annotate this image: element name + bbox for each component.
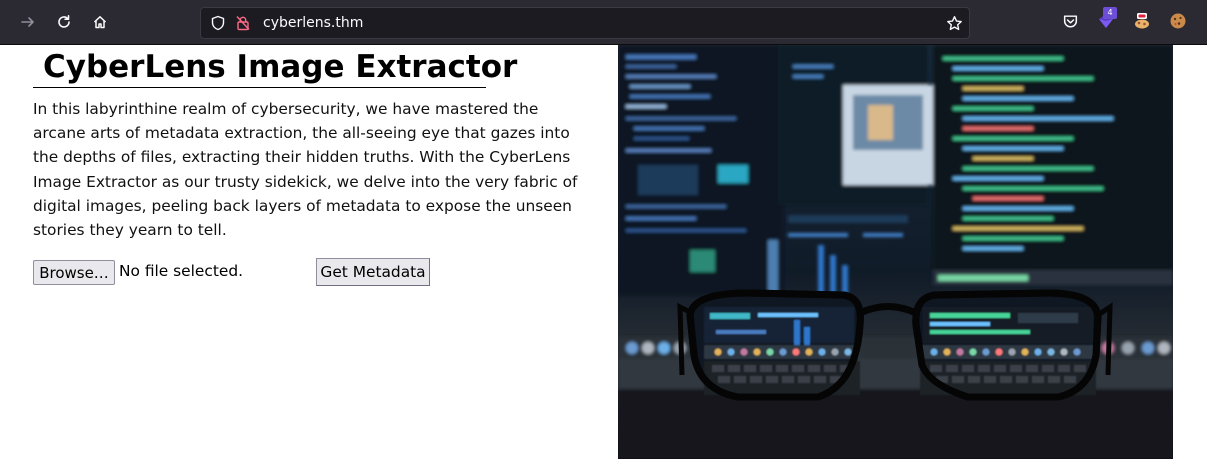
reload-button[interactable] (50, 8, 78, 36)
star-icon[interactable] (946, 15, 963, 32)
home-button[interactable] (86, 8, 114, 36)
browse-button[interactable]: Browse… (33, 260, 115, 285)
url-text[interactable]: cyberlens.thm (263, 15, 363, 31)
page-title: CyberLens Image Extractor (33, 48, 517, 88)
reload-icon (58, 15, 70, 28)
pocket-button[interactable] (1060, 11, 1080, 31)
forward-button[interactable] (14, 8, 42, 36)
hero-photo-illustration (618, 45, 1173, 459)
lock-slash-icon[interactable] (235, 15, 251, 31)
shield-icon[interactable] (210, 15, 226, 31)
file-status-text: No file selected. (119, 262, 244, 280)
home-icon (93, 16, 107, 29)
extension-food-icon (1135, 13, 1149, 29)
cookie-icon (1170, 13, 1186, 29)
address-bar[interactable]: cyberlens.thm (200, 7, 970, 39)
browser-toolbar: cyberlens.thm 4 (0, 0, 1207, 45)
pocket-icon (1063, 14, 1077, 28)
get-metadata-button[interactable]: Get Metadata (316, 258, 430, 286)
arrow-right-icon (21, 17, 34, 27)
hero-photo (618, 45, 1173, 459)
intro-paragraph: In this labyrinthine realm of cybersecur… (33, 100, 578, 240)
extension-badge: 4 (1103, 7, 1117, 19)
extension-cookie-button[interactable] (1168, 11, 1188, 31)
extension-food-button[interactable] (1132, 11, 1152, 31)
